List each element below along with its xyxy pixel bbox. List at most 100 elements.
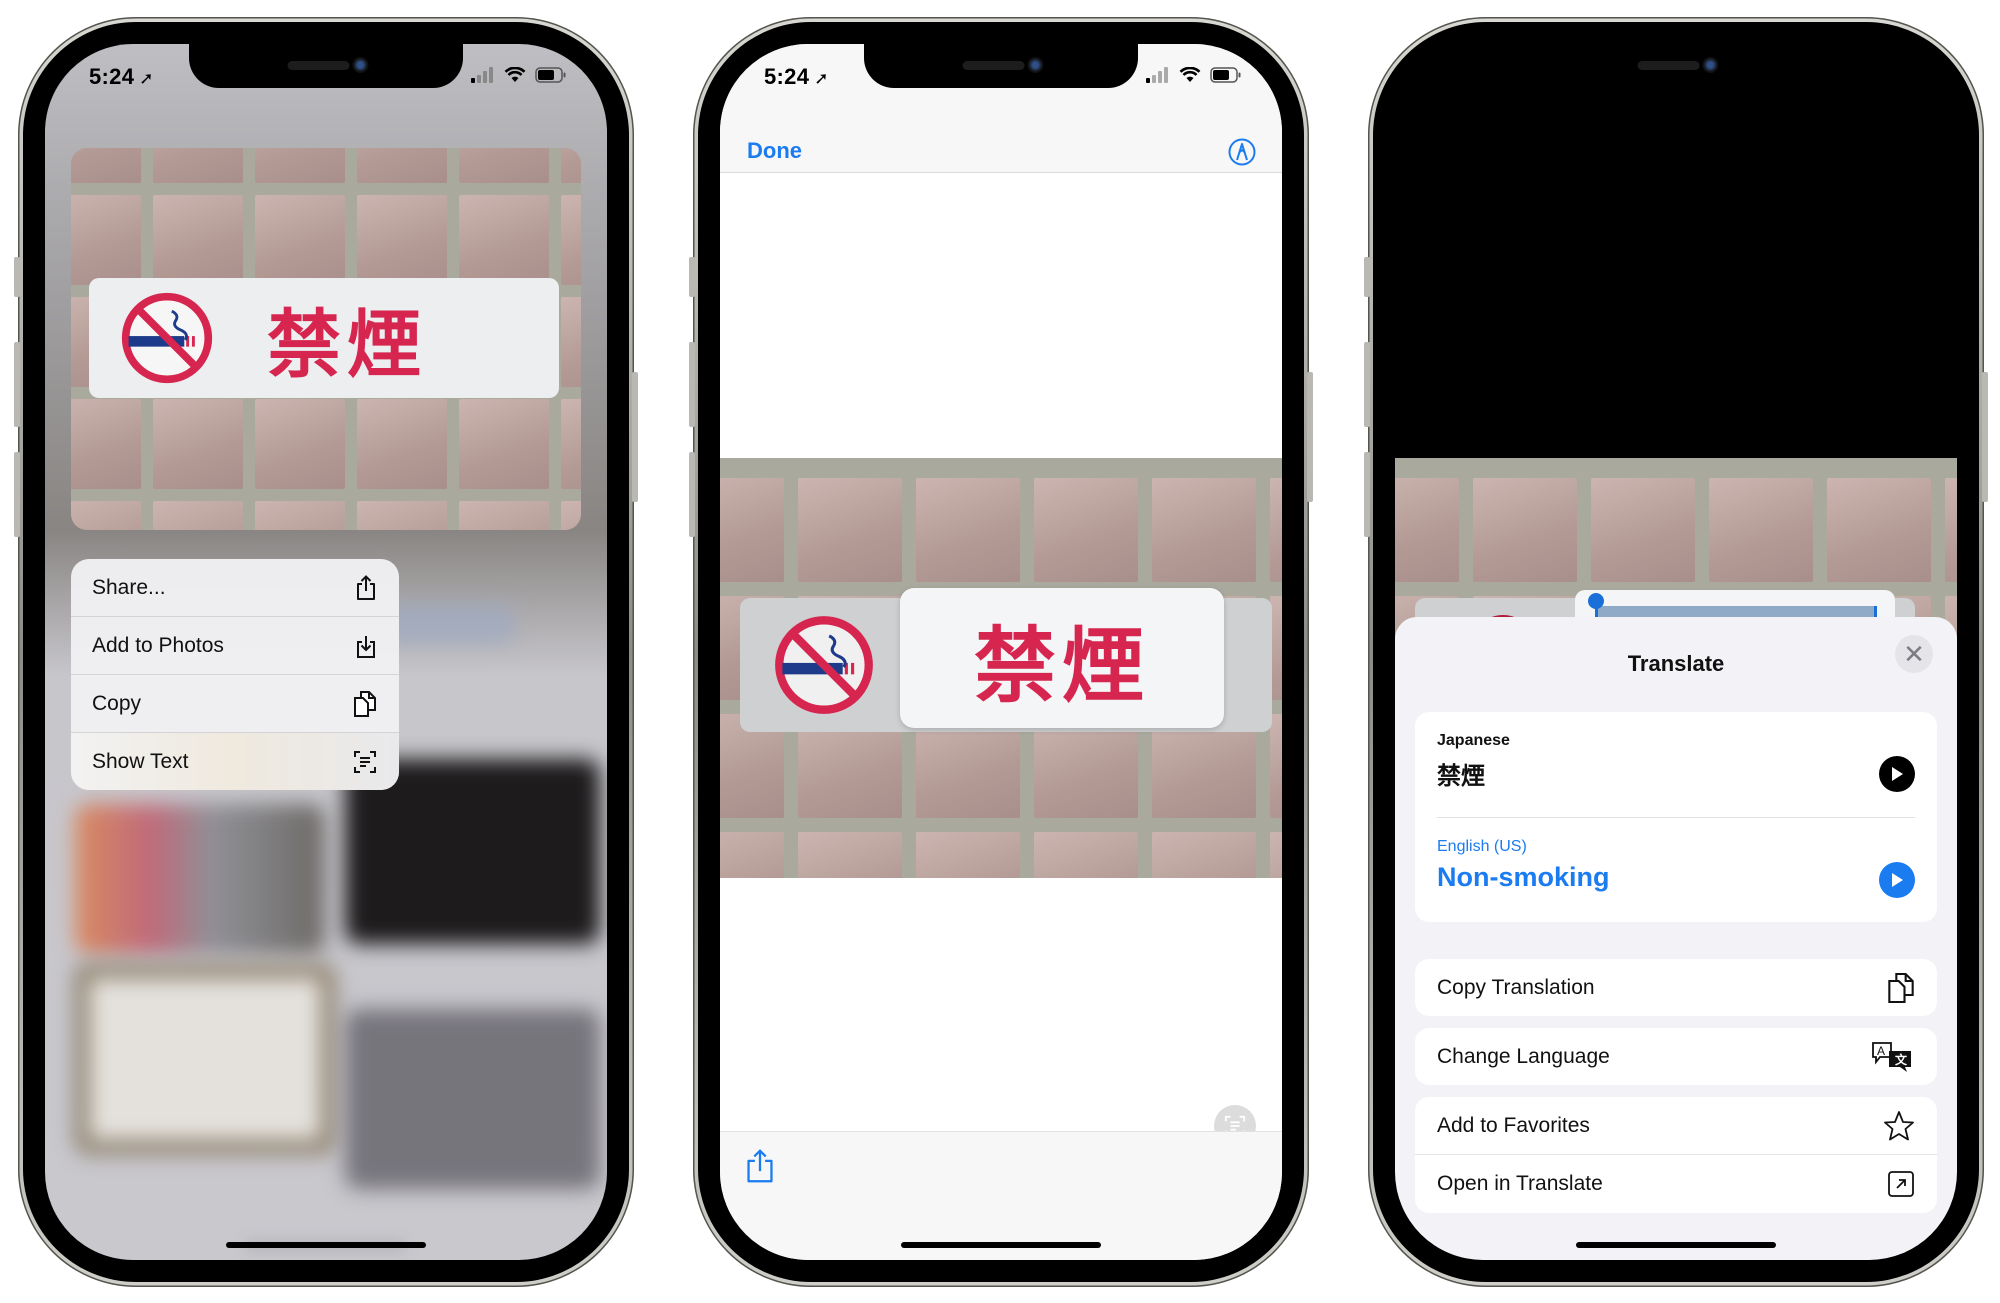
wall-tile <box>720 832 784 878</box>
wall-tile <box>1827 478 1931 582</box>
blurred-thumbnail <box>75 804 325 954</box>
star-icon <box>1884 1110 1914 1140</box>
wall-tile <box>720 478 784 582</box>
sign-text: 禁煙 <box>267 301 427 388</box>
cellular-signal-icon <box>1146 67 1168 83</box>
wall-tile <box>459 501 549 530</box>
wall-tile <box>1709 478 1813 582</box>
mute-switch <box>689 257 695 297</box>
volume-down-button <box>1364 452 1370 537</box>
phone-image-viewer: 5:24 ➚ Done 禁煙 <box>689 17 1313 1287</box>
share-icon <box>357 574 375 600</box>
svg-text:文: 文 <box>1895 1052 1908 1067</box>
photo[interactable]: 禁煙 <box>720 458 1282 878</box>
share-icon[interactable] <box>746 1148 774 1184</box>
side-button <box>1307 372 1313 502</box>
wall-tile <box>1473 478 1577 582</box>
wall-tile <box>561 501 581 530</box>
screen: 5:24 ➚ 禁煙 Share... Add to Photos Copy Sh… <box>45 44 607 1260</box>
wall-tile <box>561 148 581 183</box>
play-icon <box>1892 767 1903 781</box>
volume-up-button <box>1364 342 1370 427</box>
svg-text:A: A <box>1877 1044 1885 1058</box>
menu-item-copy[interactable]: Copy <box>71 675 399 733</box>
action-label: Add to Favorites <box>1437 1113 1590 1137</box>
blurred-thumbnail <box>345 1009 600 1189</box>
menu-item-label: Share... <box>92 575 166 599</box>
wall-tile <box>153 501 243 530</box>
wall-tile <box>255 399 345 489</box>
translate-icon: A文 <box>1872 1041 1911 1072</box>
home-indicator[interactable] <box>901 1242 1101 1248</box>
menu-item-show-text[interactable]: Show Text <box>71 733 399 790</box>
wall-tile <box>357 148 447 183</box>
copy-icon <box>354 690 376 717</box>
open-in-translate-button[interactable]: Open in Translate <box>1415 1155 1937 1213</box>
wifi-icon <box>504 67 526 82</box>
wall-tile <box>71 195 141 285</box>
wifi-icon <box>1179 67 1201 82</box>
no-smoking-icon <box>121 292 213 384</box>
wall-tile <box>1270 832 1282 878</box>
location-arrow-icon: ➚ <box>139 69 154 88</box>
done-button[interactable]: Done <box>747 138 802 164</box>
no-smoking-icon <box>775 616 873 714</box>
markup-icon[interactable] <box>1228 138 1256 166</box>
blurred-thumbnail <box>75 964 335 1154</box>
battery-icon <box>535 67 566 83</box>
volume-up-button <box>14 342 20 427</box>
image-preview[interactable]: 禁煙 <box>71 148 581 530</box>
open-external-icon <box>1888 1171 1914 1197</box>
action-label: Change Language <box>1437 1044 1610 1068</box>
play-translation-button[interactable] <box>1879 862 1915 898</box>
wall-tile <box>798 832 902 878</box>
wall-tile <box>153 399 243 489</box>
wall-tile <box>255 501 345 530</box>
home-indicator[interactable] <box>1576 1242 1776 1248</box>
menu-item-add-to-photos[interactable]: Add to Photos <box>71 617 399 675</box>
change-language-button[interactable]: Change Language A文 <box>1415 1028 1937 1085</box>
wall-tile <box>916 478 1020 582</box>
no-smoking-sign: 禁煙 <box>89 278 559 398</box>
status-time: 5:24 ➚ <box>764 64 829 89</box>
mute-switch <box>1364 257 1370 297</box>
wall-tile <box>561 297 581 387</box>
add-to-favorites-button[interactable]: Add to Favorites <box>1415 1097 1937 1155</box>
copy-translation-button[interactable]: Copy Translation <box>1415 959 1937 1016</box>
wall-tile <box>561 195 581 285</box>
sheet-title: Translate <box>1627 651 1725 676</box>
close-button[interactable]: ✕ <box>1895 635 1933 673</box>
menu-item-label: Copy <box>92 691 142 715</box>
action-label: Copy Translation <box>1437 975 1595 999</box>
cellular-signal-icon <box>471 67 493 83</box>
wall-tile <box>1152 478 1256 582</box>
wall-tile <box>459 148 549 183</box>
phone-context-menu: 5:24 ➚ 禁煙 Share... Add to Photos Copy Sh… <box>14 17 638 1287</box>
live-text-icon <box>354 750 376 773</box>
context-menu: Share... Add to Photos Copy Show Text <box>71 559 399 790</box>
home-indicator[interactable] <box>226 1242 426 1248</box>
wall-tile <box>255 148 345 183</box>
side-button <box>632 372 638 502</box>
target-text: Non-smoking <box>1437 862 1610 892</box>
wall-tile <box>1395 478 1459 582</box>
recognized-text-highlight[interactable]: 禁煙 <box>900 588 1224 728</box>
status-time: 5:24 ➚ <box>89 64 154 89</box>
wall-tile <box>798 478 902 582</box>
wall-tile <box>357 501 447 530</box>
wall-tile <box>916 832 1020 878</box>
wall-tile <box>1034 832 1138 878</box>
mute-switch <box>14 257 20 297</box>
menu-item-label: Add to Photos <box>92 633 224 657</box>
menu-item-share[interactable]: Share... <box>71 559 399 617</box>
source-language: Japanese <box>1437 732 1510 749</box>
source-text: 禁煙 <box>1437 762 1485 790</box>
wall-tile <box>1152 832 1256 878</box>
sign-text: 禁煙 <box>973 618 1150 714</box>
wall-tile <box>357 399 447 489</box>
play-source-button[interactable] <box>1879 756 1915 792</box>
target-block: English (US) Non-smoking <box>1437 838 1915 893</box>
translation-card: Japanese 禁煙 English (US) Non-smoking <box>1415 712 1937 922</box>
battery-icon <box>1210 67 1241 83</box>
volume-down-button <box>14 452 20 537</box>
